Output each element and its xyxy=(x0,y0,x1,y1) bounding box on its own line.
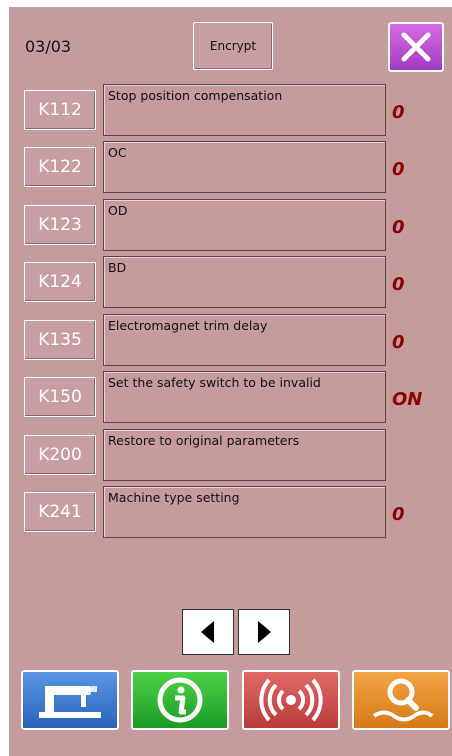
param-description[interactable]: Restore to original parameters xyxy=(103,429,386,481)
param-value: ON xyxy=(392,389,423,410)
param-code-button[interactable]: K122 xyxy=(24,147,96,187)
param-description[interactable]: Stop position compensation xyxy=(103,84,386,136)
signal-broadcast-icon xyxy=(259,678,323,722)
info-button[interactable] xyxy=(131,670,229,730)
param-row-k135: K135 Electromagnet trim delay 0 xyxy=(9,314,452,366)
param-row-k124: K124 BD 0 xyxy=(9,256,452,308)
param-row-k112: K112 Stop position compensation 0 xyxy=(9,84,452,136)
param-description[interactable]: OC xyxy=(103,141,386,193)
param-row-k123: K123 OD 0 xyxy=(9,199,452,251)
broadcast-button[interactable] xyxy=(242,670,340,730)
param-code-button[interactable]: K124 xyxy=(24,262,96,302)
triangle-right-icon xyxy=(258,621,271,643)
param-code-button[interactable]: K135 xyxy=(24,320,96,360)
param-row-k200: K200 Restore to original parameters xyxy=(9,429,452,481)
search-button[interactable] xyxy=(352,670,450,730)
param-description[interactable]: Set the safety switch to be invalid xyxy=(103,371,386,423)
param-description[interactable]: OD xyxy=(103,199,386,251)
triangle-left-icon xyxy=(201,621,214,643)
prev-page-button[interactable] xyxy=(182,609,234,655)
sewing-machine-icon xyxy=(39,686,101,718)
param-row-k122: K122 OC 0 xyxy=(9,141,452,193)
param-code-button[interactable]: K150 xyxy=(24,377,96,417)
info-icon xyxy=(157,677,203,723)
param-value: 0 xyxy=(392,159,405,180)
screen: 03/03 Encrypt K112 Stop position compens… xyxy=(9,7,452,756)
param-description[interactable]: Machine type setting xyxy=(103,486,386,538)
page-indicator: 03/03 xyxy=(25,37,72,56)
param-row-k150: K150 Set the safety switch to be invalid… xyxy=(9,371,452,423)
sewing-machine-button[interactable] xyxy=(21,670,119,730)
close-button[interactable] xyxy=(388,22,444,72)
param-code-button[interactable]: K123 xyxy=(24,205,96,245)
param-value: 0 xyxy=(392,504,405,525)
param-description[interactable]: Electromagnet trim delay xyxy=(103,314,386,366)
close-icon xyxy=(401,32,431,62)
param-value: 0 xyxy=(392,332,405,353)
param-row-k241: K241 Machine type setting 0 xyxy=(9,486,452,538)
param-code-button[interactable]: K241 xyxy=(24,492,96,532)
param-value: 0 xyxy=(392,217,405,238)
param-value: 0 xyxy=(392,274,405,295)
param-code-button[interactable]: K112 xyxy=(24,90,96,130)
encrypt-button[interactable]: Encrypt xyxy=(193,22,273,70)
param-code-button[interactable]: K200 xyxy=(24,435,96,475)
next-page-button[interactable] xyxy=(238,609,290,655)
param-description[interactable]: BD xyxy=(103,256,386,308)
param-value: 0 xyxy=(392,102,405,123)
search-icon xyxy=(372,678,434,722)
